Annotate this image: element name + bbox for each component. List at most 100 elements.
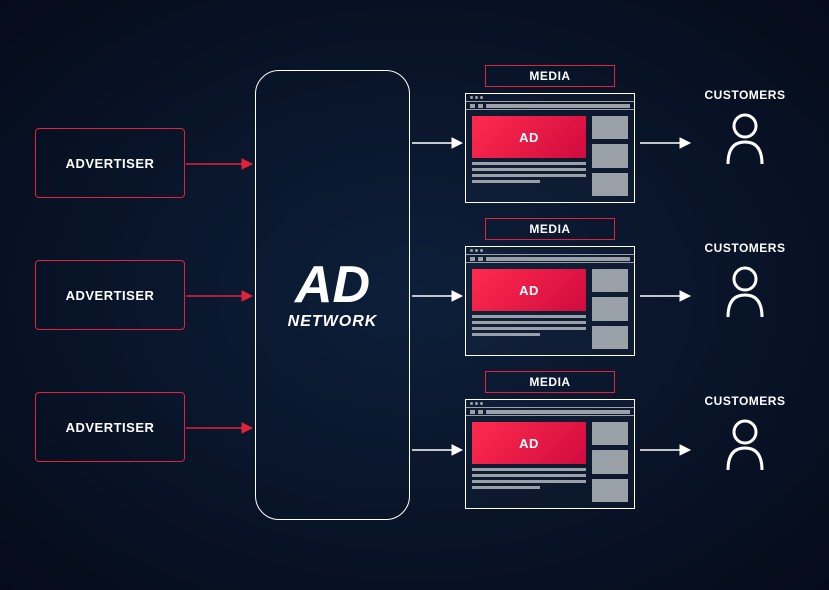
advertiser-label: ADVERTISER	[66, 288, 155, 303]
browser-titlebar	[466, 94, 634, 102]
sidebar-box-icon	[592, 450, 628, 473]
window-dot-icon	[480, 249, 483, 252]
window-dot-icon	[470, 249, 473, 252]
text-line-icon	[472, 468, 586, 471]
browser-sidebar	[592, 116, 628, 196]
text-line-icon	[472, 315, 586, 318]
window-dot-icon	[480, 402, 483, 405]
text-line-icon	[472, 168, 586, 171]
browser-body: AD	[466, 110, 634, 202]
nav-button-icon	[478, 104, 483, 108]
text-line-icon	[472, 321, 586, 324]
arrow-customer-1	[640, 135, 692, 151]
person-icon	[722, 265, 768, 319]
nav-button-icon	[470, 410, 475, 414]
ad-banner: AD	[472, 116, 586, 158]
ad-network-subtitle: NETWORK	[288, 313, 378, 331]
browser-titlebar	[466, 247, 634, 255]
nav-button-icon	[478, 257, 483, 261]
ad-banner: AD	[472, 422, 586, 464]
customer-block-2: CUSTOMERS	[695, 241, 795, 324]
text-line-icon	[472, 480, 586, 483]
text-line-icon	[472, 327, 586, 330]
url-field-icon	[486, 104, 630, 108]
customer-label: CUSTOMERS	[695, 241, 795, 255]
browser-main: AD	[472, 269, 586, 349]
ad-network-box: AD NETWORK	[255, 70, 410, 520]
browser-urlbar	[466, 102, 634, 110]
arrow-advertiser-3	[186, 420, 254, 436]
arrow-media-1	[412, 135, 464, 151]
browser-sidebar	[592, 422, 628, 502]
sidebar-box-icon	[592, 479, 628, 502]
browser-urlbar	[466, 408, 634, 416]
arrow-advertiser-1	[186, 156, 254, 172]
person-icon	[722, 112, 768, 166]
text-line-icon	[472, 474, 586, 477]
customer-label: CUSTOMERS	[695, 394, 795, 408]
sidebar-box-icon	[592, 269, 628, 292]
text-lines	[472, 162, 586, 183]
arrow-customer-2	[640, 288, 692, 304]
url-field-icon	[486, 257, 630, 261]
person-icon	[722, 418, 768, 472]
ad-network-title: AD	[295, 259, 370, 311]
window-dot-icon	[475, 249, 478, 252]
browser-mockup: AD	[465, 93, 635, 203]
sidebar-box-icon	[592, 326, 628, 349]
window-dot-icon	[470, 96, 473, 99]
nav-button-icon	[470, 104, 475, 108]
nav-button-icon	[470, 257, 475, 261]
advertiser-box-2: ADVERTISER	[35, 260, 185, 330]
arrow-advertiser-2	[186, 288, 254, 304]
customer-label: CUSTOMERS	[695, 88, 795, 102]
browser-titlebar	[466, 400, 634, 408]
text-line-icon	[472, 162, 586, 165]
advertiser-label: ADVERTISER	[66, 156, 155, 171]
sidebar-box-icon	[592, 173, 628, 196]
ad-banner-text: AD	[519, 283, 539, 298]
customer-block-1: CUSTOMERS	[695, 88, 795, 171]
advertiser-label: ADVERTISER	[66, 420, 155, 435]
browser-mockup: AD	[465, 399, 635, 509]
window-dot-icon	[475, 96, 478, 99]
sidebar-box-icon	[592, 116, 628, 139]
diagram-stage: ADVERTISER ADVERTISER ADVERTISER AD NETW…	[0, 0, 829, 590]
sidebar-box-icon	[592, 144, 628, 167]
text-lines	[472, 315, 586, 336]
ad-banner-text: AD	[519, 130, 539, 145]
browser-main: AD	[472, 422, 586, 502]
ad-banner-text: AD	[519, 436, 539, 451]
text-line-icon	[472, 174, 586, 177]
media-label: MEDIA	[485, 65, 615, 87]
sidebar-box-icon	[592, 422, 628, 445]
sidebar-box-icon	[592, 297, 628, 320]
media-label: MEDIA	[485, 218, 615, 240]
text-lines	[472, 468, 586, 489]
window-dot-icon	[480, 96, 483, 99]
text-line-icon	[472, 486, 540, 489]
advertiser-box-3: ADVERTISER	[35, 392, 185, 462]
url-field-icon	[486, 410, 630, 414]
browser-mockup: AD	[465, 246, 635, 356]
ad-banner: AD	[472, 269, 586, 311]
arrow-media-2	[412, 288, 464, 304]
arrow-media-3	[412, 442, 464, 458]
media-block-3: MEDIA AD	[465, 371, 635, 509]
text-line-icon	[472, 180, 540, 183]
text-line-icon	[472, 333, 540, 336]
window-dot-icon	[470, 402, 473, 405]
browser-urlbar	[466, 255, 634, 263]
media-label: MEDIA	[485, 371, 615, 393]
advertiser-box-1: ADVERTISER	[35, 128, 185, 198]
browser-body: AD	[466, 416, 634, 508]
window-dot-icon	[475, 402, 478, 405]
browser-sidebar	[592, 269, 628, 349]
media-block-1: MEDIA AD	[465, 65, 635, 203]
media-block-2: MEDIA AD	[465, 218, 635, 356]
browser-main: AD	[472, 116, 586, 196]
arrow-customer-3	[640, 442, 692, 458]
browser-body: AD	[466, 263, 634, 355]
customer-block-3: CUSTOMERS	[695, 394, 795, 477]
nav-button-icon	[478, 410, 483, 414]
